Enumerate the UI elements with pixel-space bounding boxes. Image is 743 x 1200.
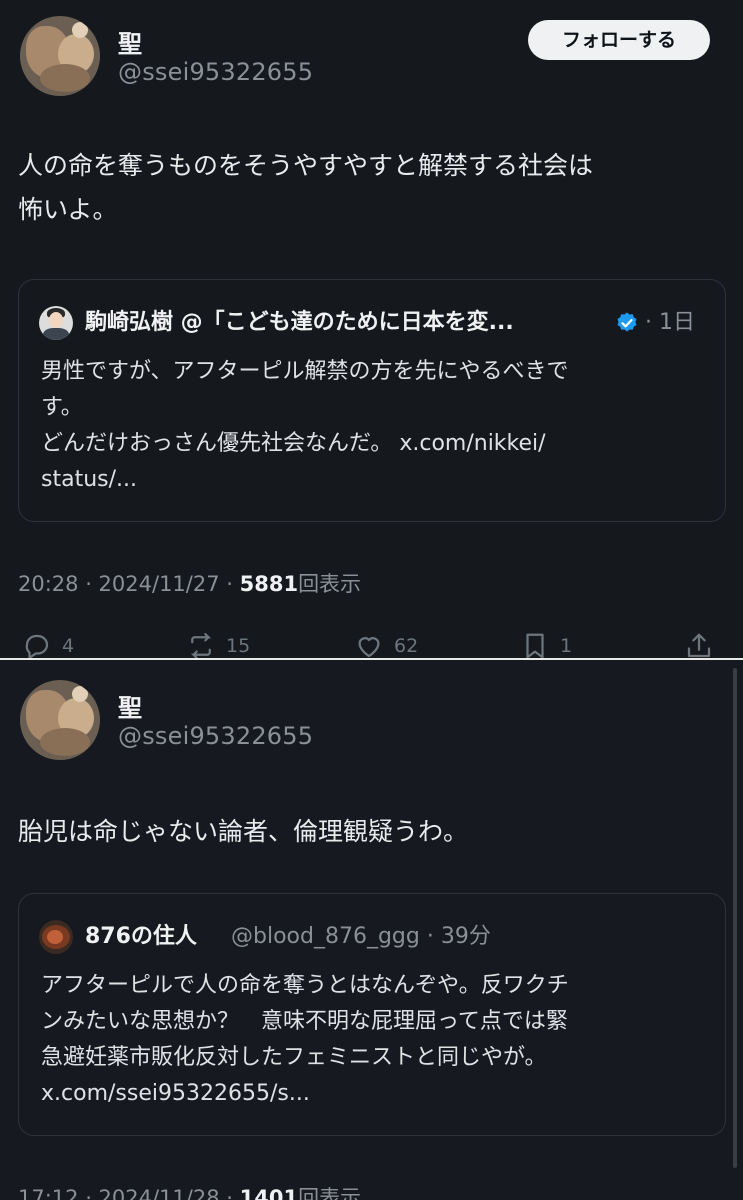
quoted-author-handle-age: @blood_876_ggg · 39分 (231, 924, 491, 949)
bookmark-count: 1 (560, 635, 573, 657)
author-handle[interactable]: @ssei95322655 (118, 722, 313, 750)
post-body-line: 人の命を奪うものをそうやすやすと解禁する社会は (18, 151, 594, 180)
post-body: 人の命を奪うものをそうやすやすと解禁する社会は 怖いよ。 (18, 144, 718, 232)
quoted-post-body: 男性ですが、アフターピル解禁の方を先にやるべきで す。 どんだけおっさん優先社会… (41, 354, 707, 498)
views-count: 5881 (239, 572, 299, 596)
quoted-post-body: アフターピルで人の命を奪うとはなんぞや。反ワクチ ンみたいな思想か？ 意味不明な… (41, 968, 707, 1112)
quoted-post[interactable]: 駒崎弘樹 @「こども達のために日本を変... · 1日 男性ですが、アフターピル… (18, 279, 726, 522)
quoted-author-name: 駒崎弘樹 @「こども達のために日本を変... (85, 310, 514, 335)
quoted-body-line[interactable]: どんだけおっさん優先社会なんだ。 x.com/nikkei/ (41, 426, 707, 462)
quoted-body-line: 急避妊薬市販化反対したフェミニストと同じやが。 (41, 1045, 547, 1070)
views-label: 回表示 (298, 572, 362, 596)
quoted-body-line: ンみたいな思想か？ 意味不明な屁理屈って点では緊 (41, 1009, 568, 1034)
views-label: 回表示 (298, 1186, 362, 1200)
post-body: 胎児は命じゃない論者、倫理観疑うわ。 (18, 810, 718, 854)
quoted-post-header: 876の住人 @blood_876_ggg · 39分 (39, 920, 709, 954)
post-1: 聖 @ssei95322655 フォローする 人の命を奪うものをそうやすやすと解… (0, 0, 743, 660)
reply-count: 4 (62, 635, 75, 657)
like-button[interactable]: 62 (354, 628, 418, 660)
quoted-post-age: · 1日 (645, 310, 695, 335)
timestamp-text: 17:12 · 2024/11/28 · (18, 1186, 240, 1200)
post-timestamp: 17:12 · 2024/11/28 · 1401回表示 (18, 1182, 361, 1200)
repost-count: 15 (226, 635, 251, 657)
author-name[interactable]: 聖 (118, 24, 142, 59)
like-icon (358, 637, 380, 658)
quoted-author-avatar (39, 306, 73, 340)
author-name[interactable]: 聖 (118, 688, 142, 723)
follow-button[interactable]: フォローする (528, 20, 710, 60)
author-avatar[interactable] (20, 680, 100, 760)
quoted-post[interactable]: 876の住人 @blood_876_ggg · 39分 アフターピルで人の命を奪… (18, 893, 726, 1136)
repost-button[interactable]: 15 (186, 628, 250, 660)
quoted-body-line: 男性ですが、アフターピル解禁の方を先にやるべきで (41, 359, 569, 384)
reply-button[interactable]: 4 (22, 628, 74, 660)
author-handle[interactable]: @ssei95322655 (118, 58, 313, 86)
quoted-body-line[interactable]: status/... (41, 462, 707, 498)
quoted-post-header: 駒崎弘樹 @「こども達のために日本を変... · 1日 (39, 306, 709, 340)
scrollbar[interactable] (733, 668, 737, 1168)
reply-icon (25, 634, 49, 660)
share-button[interactable] (684, 628, 714, 660)
post-2: 聖 @ssei95322655 胎児は命じゃない論者、倫理観疑うわ。 876の住… (0, 660, 743, 1200)
views-count: 1401 (239, 1186, 299, 1200)
verified-badge-icon (617, 312, 637, 332)
timestamp-text: 20:28 · 2024/11/27 · (18, 572, 240, 596)
repost-icon (190, 633, 212, 659)
post-body-line: 怖いよ。 (18, 195, 118, 224)
post-body-line: 胎児は命じゃない論者、倫理観疑うわ。 (18, 817, 469, 846)
quoted-author-name: 876の住人 (85, 924, 197, 949)
like-count: 62 (394, 635, 419, 657)
post-timestamp: 20:28 · 2024/11/27 · 5881回表示 (18, 568, 361, 598)
author-avatar[interactable] (20, 16, 100, 96)
bookmark-button[interactable]: 1 (520, 628, 572, 660)
quoted-body-line: アフターピルで人の命を奪うとはなんぞや。反ワクチ (41, 973, 569, 998)
quoted-body-line[interactable]: x.com/ssei95322655/s... (41, 1076, 707, 1112)
share-icon (687, 633, 711, 658)
bookmark-icon (526, 633, 544, 659)
quoted-author-avatar (39, 920, 73, 954)
quoted-body-line: す。 (41, 395, 83, 420)
